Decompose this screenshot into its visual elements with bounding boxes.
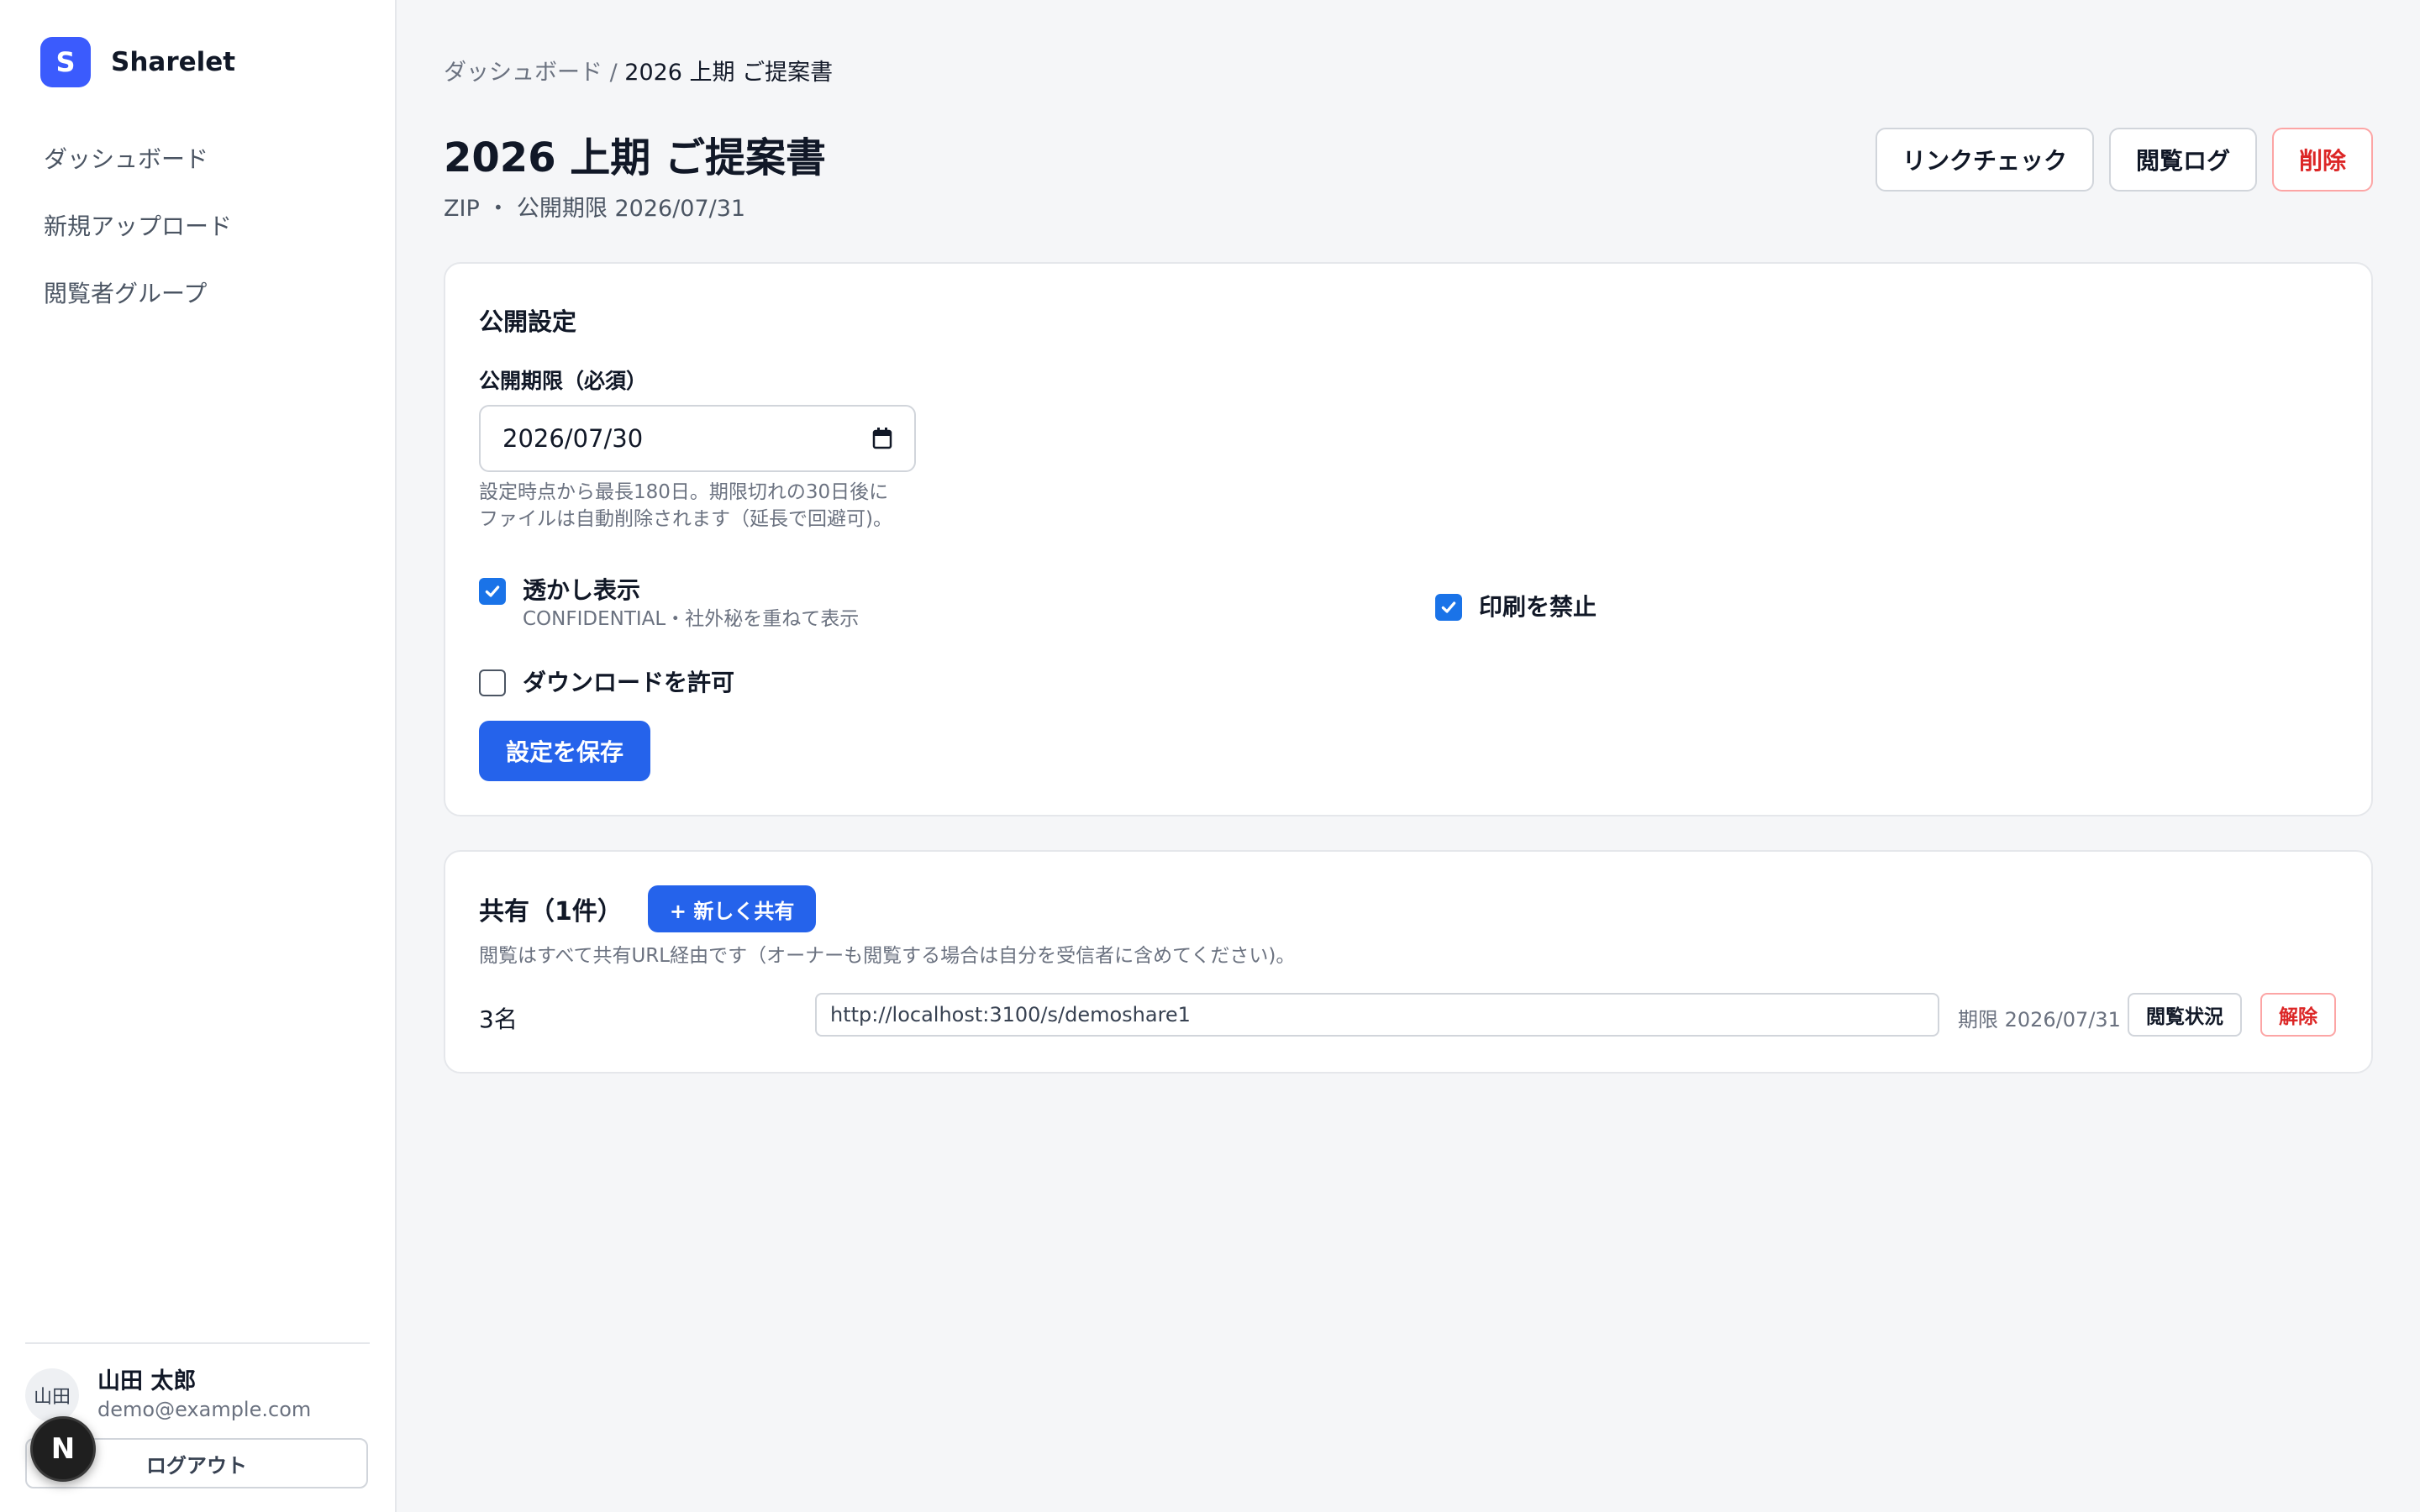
link-check-button[interactable]: リンクチェック [1875, 128, 2094, 192]
expiry-date-value: 2026/07/30 [502, 424, 644, 453]
share-header: 共有（1件） + 新しく共有 [479, 885, 817, 932]
page-title: 2026 上期 ご提案書 [444, 134, 827, 181]
calendar-icon[interactable] [872, 428, 892, 449]
checkmark-icon [1441, 601, 1456, 613]
expiry-date-input[interactable]: 2026/07/30 [479, 405, 916, 472]
share-row: 3名 http://localhost:3100/s/demoshare1 期限… [479, 993, 2341, 1037]
watermark-option: 透かし表示 CONFIDENTIAL・社外秘を重ねて表示 [479, 576, 859, 633]
no-print-label: 印刷を禁止 [1479, 593, 1597, 621]
share-expiry: 期限 2026/07/31 [1958, 1008, 2121, 1032]
no-print-checkbox[interactable] [1435, 594, 1462, 621]
user-text: 山田 太郎 demo@example.com [97, 1368, 311, 1423]
share-card: 共有（1件） + 新しく共有 閲覧はすべて共有URL経由です（オーナーも閲覧する… [444, 850, 2373, 1074]
no-print-option: 印刷を禁止 [1435, 593, 1597, 622]
allow-download-label: ダウンロードを許可 [523, 669, 735, 696]
share-recipient-count: 3名 [479, 1005, 518, 1033]
watermark-label: 透かし表示 [523, 576, 641, 604]
user-name: 山田 太郎 [97, 1368, 197, 1394]
share-description: 閲覧はすべて共有URL経由です（オーナーも閲覧する場合は自分を受信者に含めてくだ… [479, 945, 1296, 967]
expiry-hint: 設定時点から最長180日。期限切れの30日後に ファイルは自動削除されます（延長… [479, 479, 892, 533]
main-content: ダッシュボード / 2026 上期 ご提案書 2026 上期 ご提案書 ZIP … [397, 0, 2420, 1512]
sidebar-item-new-upload[interactable]: 新規アップロード [24, 192, 373, 259]
share-url-field[interactable]: http://localhost:3100/s/demoshare1 [815, 993, 1939, 1037]
watermark-text: 透かし表示 CONFIDENTIAL・社外秘を重ねて表示 [523, 576, 859, 633]
breadcrumb: ダッシュボード / 2026 上期 ご提案書 [444, 54, 833, 87]
sidebar-nav: ダッシュボード 新規アップロード 閲覧者グループ [24, 124, 373, 326]
brand-logo-icon: S [40, 37, 91, 87]
new-share-button[interactable]: + 新しく共有 [647, 885, 817, 932]
sidebar: S Sharelet ダッシュボード 新規アップロード 閲覧者グループ 山田 山… [0, 0, 397, 1512]
sidebar-item-dashboard[interactable]: ダッシュボード [24, 124, 373, 192]
view-status-button[interactable]: 閲覧状況 [2128, 993, 2242, 1037]
checkmark-icon [485, 585, 500, 597]
breadcrumb-separator: / [602, 60, 625, 86]
breadcrumb-parent-link[interactable]: ダッシュボード [444, 60, 602, 86]
avatar: 山田 [25, 1368, 79, 1422]
view-log-button[interactable]: 閲覧ログ [2108, 128, 2257, 192]
revoke-share-button[interactable]: 解除 [2260, 993, 2336, 1037]
page-meta: ZIP ・ 公開期限 2026/07/31 [444, 196, 746, 222]
sidebar-item-viewer-groups[interactable]: 閲覧者グループ [24, 259, 373, 326]
brand-name: Sharelet [111, 47, 236, 77]
delete-button[interactable]: 削除 [2271, 128, 2373, 192]
publish-settings-card: 公開設定 公開期限（必須） 2026/07/30 設定時点から最長180日。期限… [444, 262, 2373, 816]
settings-title: 公開設定 [479, 307, 577, 336]
allow-download-checkbox[interactable] [479, 669, 506, 696]
expiry-label: 公開期限（必須） [479, 369, 648, 393]
watermark-sublabel: CONFIDENTIAL・社外秘を重ねて表示 [523, 608, 860, 630]
app-root: S Sharelet ダッシュボード 新規アップロード 閲覧者グループ 山田 山… [0, 0, 2420, 1512]
dev-tools-badge-icon[interactable]: N [30, 1416, 96, 1482]
expiry-hint-line1: 設定時点から最長180日。期限切れの30日後に [479, 481, 889, 503]
share-title: 共有（1件） [479, 897, 623, 927]
header-actions: リンクチェック 閲覧ログ 削除 [1875, 128, 2373, 192]
breadcrumb-current: 2026 上期 ご提案書 [624, 60, 834, 86]
brand[interactable]: S Sharelet [40, 37, 235, 87]
user-info: 山田 山田 太郎 demo@example.com [25, 1368, 370, 1423]
user-email: demo@example.com [97, 1398, 312, 1421]
expiry-hint-line2: ファイルは自動削除されます（延長で回避可)。 [479, 508, 892, 530]
allow-download-option: ダウンロードを許可 [479, 669, 734, 697]
watermark-checkbox[interactable] [479, 578, 506, 605]
save-settings-button[interactable]: 設定を保存 [479, 721, 651, 781]
